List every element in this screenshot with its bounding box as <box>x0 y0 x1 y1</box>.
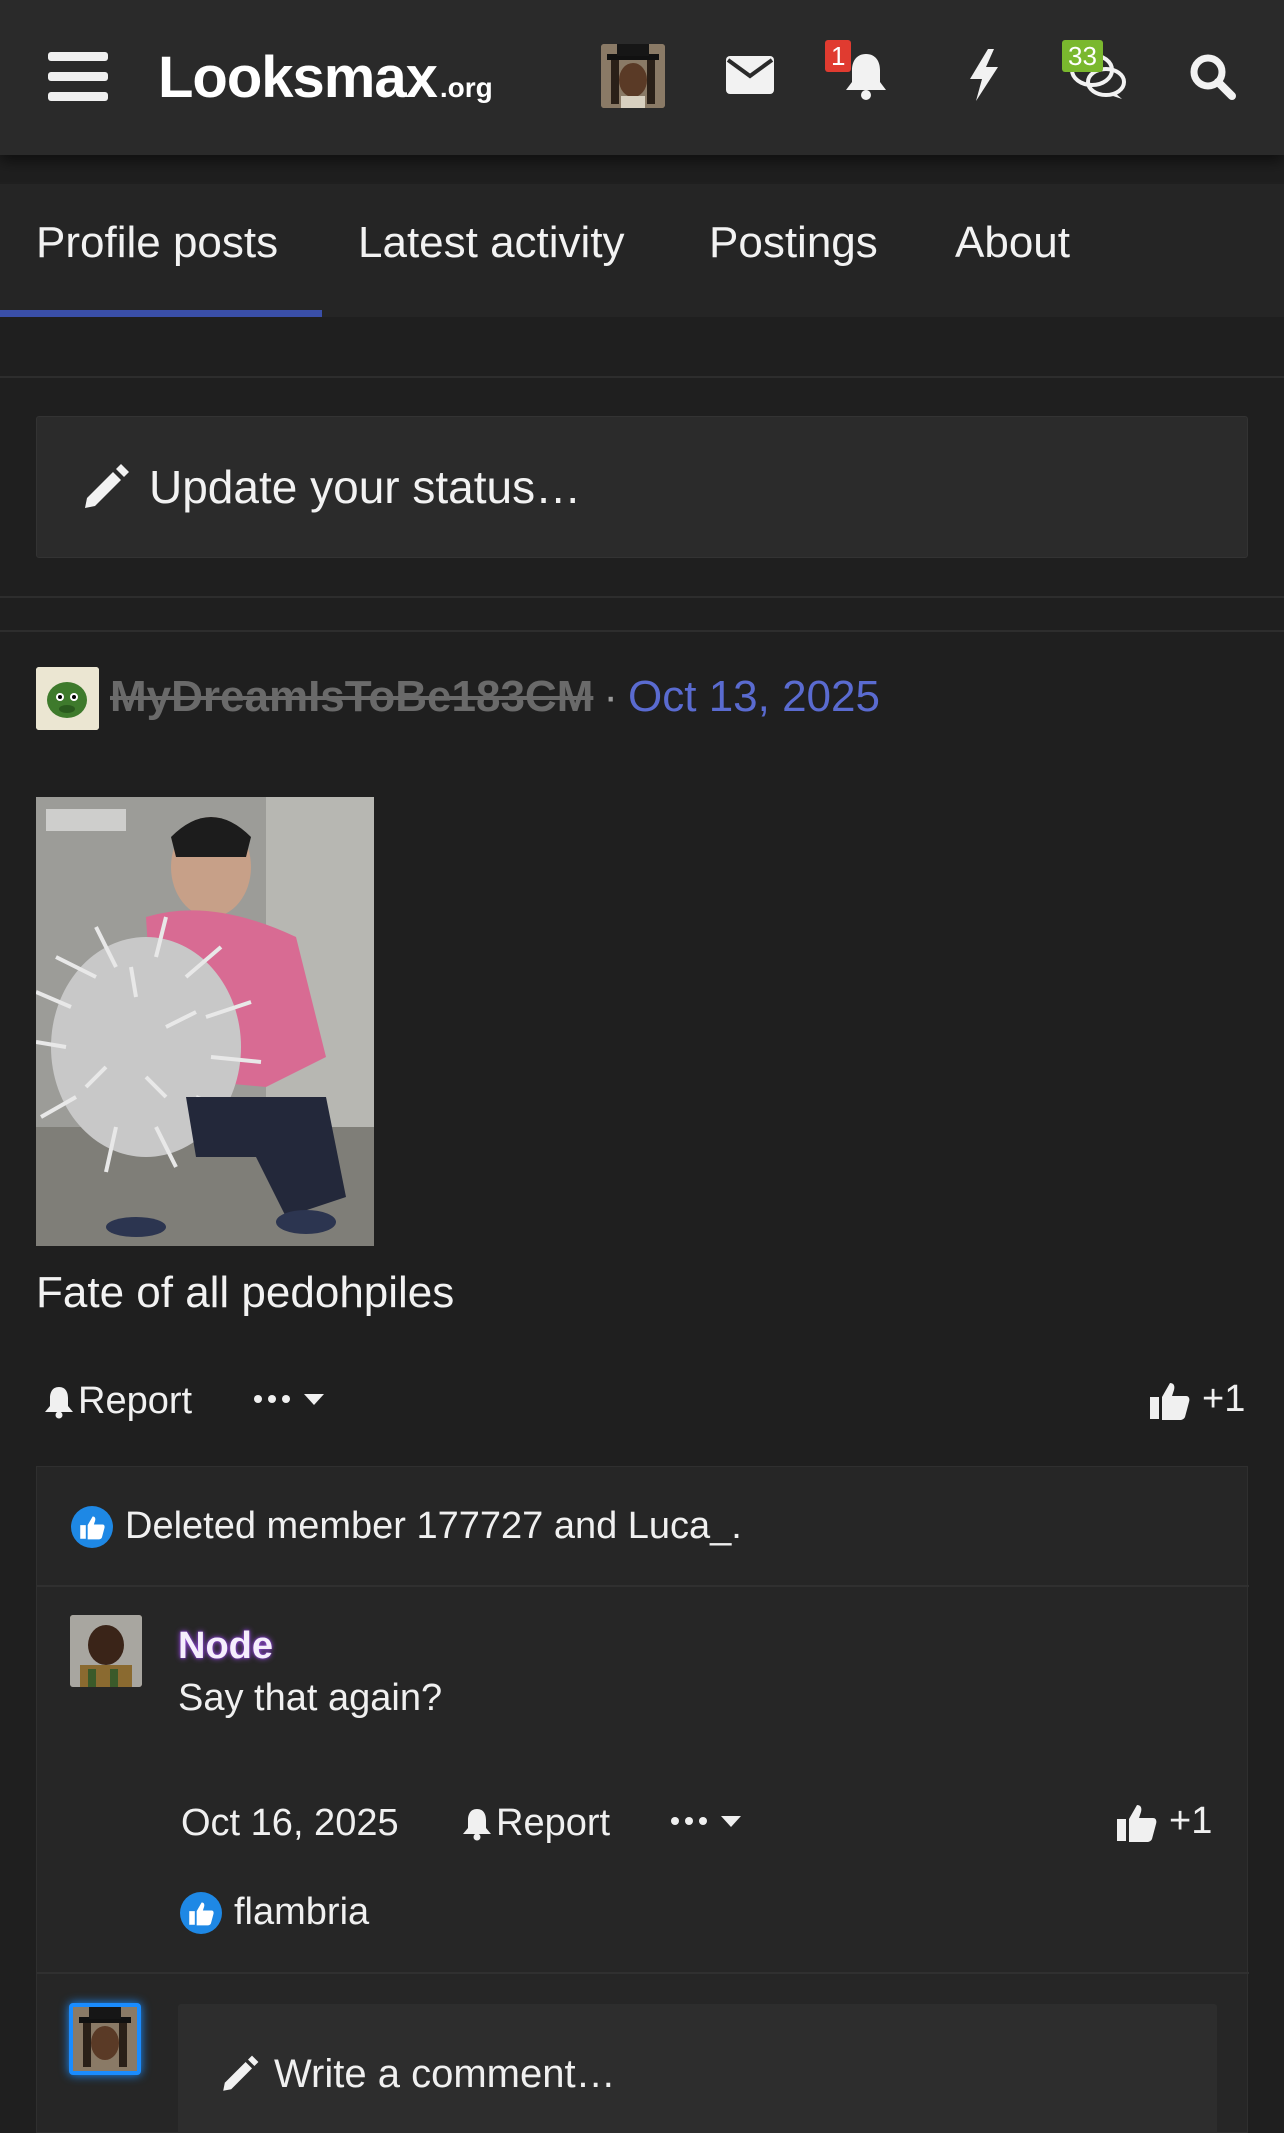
envelope-icon[interactable] <box>720 45 780 105</box>
bell-icon <box>44 1385 74 1419</box>
tab-profile-posts[interactable]: Profile posts <box>36 218 278 268</box>
post-likes-summary[interactable]: Deleted member 177727 and Luca_. <box>71 1505 742 1548</box>
current-user-avatar[interactable] <box>69 2003 141 2075</box>
comment-placeholder: Write a comment… <box>274 2051 616 2096</box>
comment-author-name[interactable]: Node <box>178 1625 273 1668</box>
separator-dot: · <box>603 672 619 721</box>
more-options-icon <box>671 1816 741 1827</box>
report-link[interactable]: Report <box>44 1380 192 1423</box>
post-author-name[interactable]: MyDreamIsToBe183CM <box>110 672 593 722</box>
comment-date-text: Oct 16, 2025 <box>181 1802 399 1844</box>
status-placeholder: Update your status… <box>149 461 582 513</box>
divider <box>0 376 1284 378</box>
post-date[interactable]: Oct 13, 2025 <box>628 672 880 722</box>
comment-likes-summary[interactable]: flambria <box>180 1891 369 1934</box>
comment-date[interactable]: Oct 16, 2025 <box>181 1802 399 1845</box>
thumbs-up-icon <box>1148 1379 1190 1421</box>
post-comments-section: Deleted member 177727 and Luca_. Node Sa… <box>36 1466 1249 2133</box>
more-options-icon <box>254 1394 324 1405</box>
post-liked-by: Deleted member 177727 and Luca_. <box>125 1505 742 1547</box>
comment-more-options-menu[interactable] <box>671 1806 751 1836</box>
divider <box>0 630 1284 632</box>
post-attached-image[interactable] <box>36 797 374 1246</box>
active-tab-indicator <box>0 310 322 317</box>
divider <box>37 1585 1249 1587</box>
bolt-icon[interactable] <box>954 45 1014 105</box>
user-avatar[interactable] <box>601 44 665 108</box>
search-icon[interactable] <box>1182 46 1242 106</box>
logo-text: Looksmax <box>158 45 438 110</box>
post-reaction-count: +1 <box>1202 1378 1246 1420</box>
site-logo[interactable]: Looksmax .org <box>158 44 493 110</box>
tab-latest-activity[interactable]: Latest activity <box>358 218 625 268</box>
post-like-button[interactable]: +1 <box>1148 1378 1245 1421</box>
bell-icon <box>462 1807 492 1841</box>
comment-reaction-count: +1 <box>1169 1800 1213 1842</box>
divider <box>0 596 1284 598</box>
update-status-field[interactable]: Update your status… <box>36 416 1248 558</box>
report-label: Report <box>78 1380 193 1422</box>
divider <box>37 1972 1249 1974</box>
more-options-menu[interactable] <box>254 1384 334 1414</box>
hamburger-menu-icon[interactable] <box>48 52 108 102</box>
post-author-avatar[interactable] <box>36 667 99 730</box>
thumbs-up-icon <box>1115 1801 1157 1843</box>
like-reaction-icon <box>180 1891 222 1934</box>
logo-tld: .org <box>439 72 493 103</box>
alerts-badge[interactable]: 1 <box>825 40 852 72</box>
profile-tabs: Profile posts Latest activity Postings A… <box>0 184 1284 317</box>
comment-author-avatar[interactable] <box>70 1615 142 1687</box>
comment-report-link[interactable]: Report <box>462 1802 610 1845</box>
comment-text: Say that again? <box>178 1677 443 1719</box>
top-navbar: Looksmax .org 1 33 <box>0 0 1284 155</box>
pencil-icon <box>81 462 131 512</box>
report-label: Report <box>496 1802 611 1844</box>
tab-about[interactable]: About <box>955 218 1070 268</box>
like-reaction-icon <box>71 1505 113 1548</box>
post-text: Fate of all pedohpiles <box>36 1268 455 1317</box>
pencil-icon <box>220 2054 260 2094</box>
tab-postings[interactable]: Postings <box>709 218 878 268</box>
conversations-badge[interactable]: 33 <box>1062 40 1103 72</box>
post-header: MyDreamIsToBe183CM · Oct 13, 2025 <box>110 672 880 722</box>
comment-liked-by: flambria <box>234 1891 370 1933</box>
write-comment-field[interactable]: Write a comment… <box>178 2004 1217 2133</box>
comment-like-button[interactable]: +1 <box>1115 1800 1212 1843</box>
